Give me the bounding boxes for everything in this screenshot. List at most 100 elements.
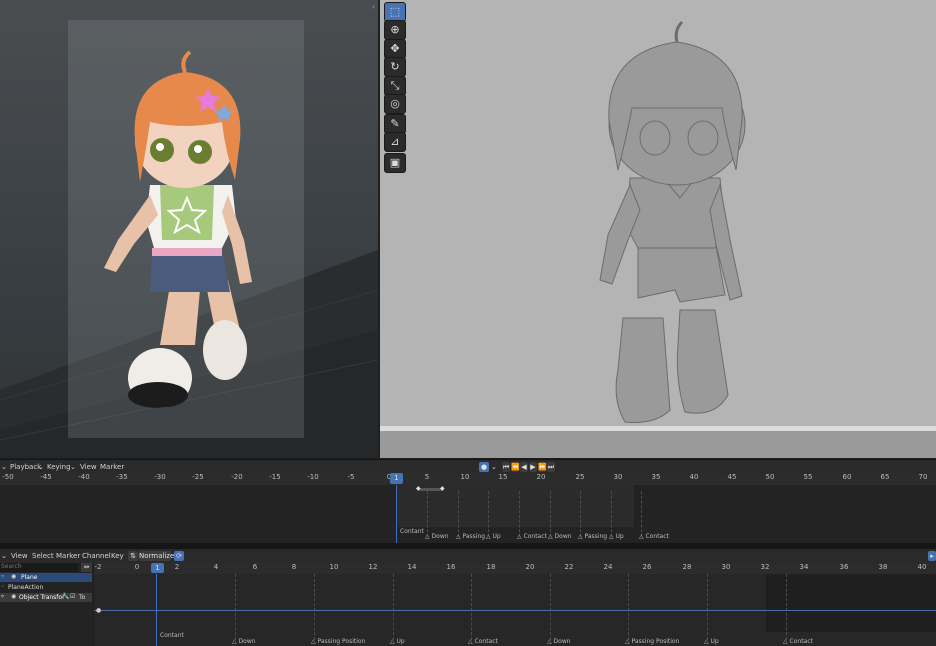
view-menu[interactable]: View: [80, 460, 97, 474]
jump-keyframe-back-icon[interactable]: ⏪: [511, 462, 520, 472]
jump-end-icon[interactable]: ⏭: [547, 462, 555, 472]
timeline-playhead[interactable]: [396, 485, 397, 543]
search-input[interactable]: Search: [1, 563, 22, 570]
expand-icon[interactable]: ▿: [1, 593, 4, 600]
move-icon[interactable]: ✥: [384, 39, 406, 59]
cursor-icon[interactable]: ⊕: [384, 20, 406, 40]
rotate-icon[interactable]: ↻: [384, 57, 406, 77]
channel-label: PlaneAction: [8, 584, 44, 591]
channel-label: Plane: [21, 574, 38, 581]
visibility-eye-icon[interactable]: ◉: [11, 593, 16, 600]
keyframe-icon[interactable]: ◆: [440, 485, 445, 492]
marker-line: [628, 574, 629, 640]
channel-row-plane[interactable]: ▿ ◉ Plane: [0, 573, 92, 582]
channel-search[interactable]: Search: [0, 563, 78, 572]
editor-type-chevron-icon[interactable]: ⌄: [1, 549, 7, 563]
select-box-icon[interactable]: ⬚: [384, 2, 406, 22]
playback-chevron-icon[interactable]: ⌄: [38, 460, 44, 474]
marker-passing[interactable]: △ Passing Position: [311, 638, 365, 645]
marker-line: [550, 491, 551, 537]
timeline-tick: -40: [78, 473, 90, 481]
scale-icon[interactable]: ⤡: [384, 76, 406, 96]
normalize-icon[interactable]: ⇅: [128, 551, 138, 561]
fcurve-line[interactable]: [94, 610, 936, 611]
graph-ruler[interactable]: -2 0 2 4 6 8 10 12 14 16 18 20 22 24 26 …: [94, 563, 936, 574]
marker-passing[interactable]: △ Passing: [578, 533, 607, 540]
marker-menu[interactable]: Marker: [100, 460, 124, 474]
timeline-tick: -10: [307, 473, 319, 481]
fcurve-keyframe-icon[interactable]: ●: [96, 607, 101, 614]
jump-keyframe-forward-icon[interactable]: ⏩: [538, 462, 547, 472]
marker-up[interactable]: △ Up: [704, 638, 719, 645]
keying-chevron-icon[interactable]: ⌄: [70, 460, 76, 474]
collapse-arrow-icon[interactable]: ‹: [372, 2, 375, 11]
play-icon[interactable]: ▶: [529, 462, 537, 472]
render-scene: [0, 20, 378, 458]
timeline-tick: 30: [613, 473, 623, 481]
measure-icon[interactable]: ⊿: [384, 132, 406, 152]
marker-menu[interactable]: Marker: [56, 549, 80, 563]
timeline-tick: 10: [460, 473, 470, 481]
key-menu[interactable]: Key: [111, 549, 124, 563]
graph-area[interactable]: ● Contant △ Down △ Passing Position △ Up…: [94, 574, 936, 646]
wrench-icon[interactable]: 🔧: [62, 593, 69, 600]
marker-up[interactable]: △ Up: [390, 638, 405, 645]
graph-current-frame[interactable]: 1: [151, 563, 164, 573]
channel-menu[interactable]: Channel: [82, 549, 111, 563]
channel-suffix: To: [79, 594, 86, 601]
graph-tick: 16: [446, 563, 456, 571]
timeline-tick: 5: [424, 473, 430, 481]
record-icon[interactable]: ●: [479, 462, 489, 472]
visibility-eye-icon[interactable]: ◉: [11, 573, 16, 580]
marker-line: [427, 491, 428, 537]
sidebar-toggle-icon[interactable]: ▸: [928, 551, 936, 561]
marker-contant[interactable]: Contant: [400, 528, 424, 535]
timeline-area[interactable]: ◆ ◆ Contant △ Down △ Passing △ Up △ Cont…: [0, 485, 936, 543]
marker-down[interactable]: △ Down: [547, 638, 571, 645]
add-cube-icon[interactable]: ▣: [384, 153, 406, 173]
timeline-current-frame[interactable]: 1: [390, 473, 403, 484]
transform-icon[interactable]: ◎: [384, 94, 406, 114]
graph-tick: 24: [603, 563, 613, 571]
marker-up[interactable]: △ Up: [486, 533, 501, 540]
keying-menu[interactable]: Keying: [47, 460, 71, 474]
marker-contant[interactable]: Contant: [160, 632, 184, 639]
select-menu[interactable]: Select: [32, 549, 54, 563]
graph-tick: 6: [252, 563, 258, 571]
jump-start-icon[interactable]: ⏮: [502, 462, 510, 472]
swap-icon[interactable]: ⇔: [81, 563, 92, 572]
normalize-toggle[interactable]: Normalize: [139, 551, 174, 561]
channel-row-transform[interactable]: ▿ ◉ Object Transfor 🔧 ☑ To: [0, 593, 92, 602]
graph-tick: 38: [878, 563, 888, 571]
marker-contact[interactable]: △ Contact: [783, 638, 813, 645]
checkbox-icon[interactable]: ☑: [70, 593, 75, 600]
timeline-ruler[interactable]: -50 -45 -40 -35 -30 -25 -20 -15 -10 -5 0…: [0, 473, 936, 485]
marker-line: [580, 491, 581, 537]
marker-passing[interactable]: △ Passing: [456, 533, 485, 540]
marker-down[interactable]: △ Down: [548, 533, 572, 540]
play-reverse-icon[interactable]: ◀: [520, 462, 528, 472]
timeline-tick: -30: [154, 473, 166, 481]
auto-normalize-icon[interactable]: ⟳: [174, 551, 184, 561]
marker-contact[interactable]: △ Contact: [468, 638, 498, 645]
annotate-icon[interactable]: ✎: [384, 114, 406, 134]
marker-contact[interactable]: △ Contact: [517, 533, 547, 540]
editor-type-chevron-icon[interactable]: ⌄: [1, 460, 7, 474]
marker-up[interactable]: △ Up: [609, 533, 624, 540]
marker-contact[interactable]: △ Contact: [639, 533, 669, 540]
timeline-tick: -45: [40, 473, 52, 481]
view-menu[interactable]: View: [11, 549, 28, 563]
timeline-tick: 20: [536, 473, 546, 481]
solid-scene: [380, 20, 936, 458]
graph-tick: 28: [682, 563, 692, 571]
marker-down[interactable]: △ Down: [425, 533, 449, 540]
render-viewport[interactable]: [0, 0, 378, 458]
solid-viewport[interactable]: [380, 0, 936, 458]
record-chevron-icon[interactable]: ⌄: [491, 460, 497, 474]
playback-menu[interactable]: Playback: [10, 460, 41, 474]
keyframe-icon[interactable]: ◆: [416, 485, 421, 492]
channel-row-action[interactable]: ◦ PlaneAction: [0, 583, 92, 592]
marker-passing[interactable]: △ Passing Position: [625, 638, 679, 645]
marker-down[interactable]: △ Down: [232, 638, 256, 645]
graph-playhead[interactable]: [156, 574, 157, 646]
